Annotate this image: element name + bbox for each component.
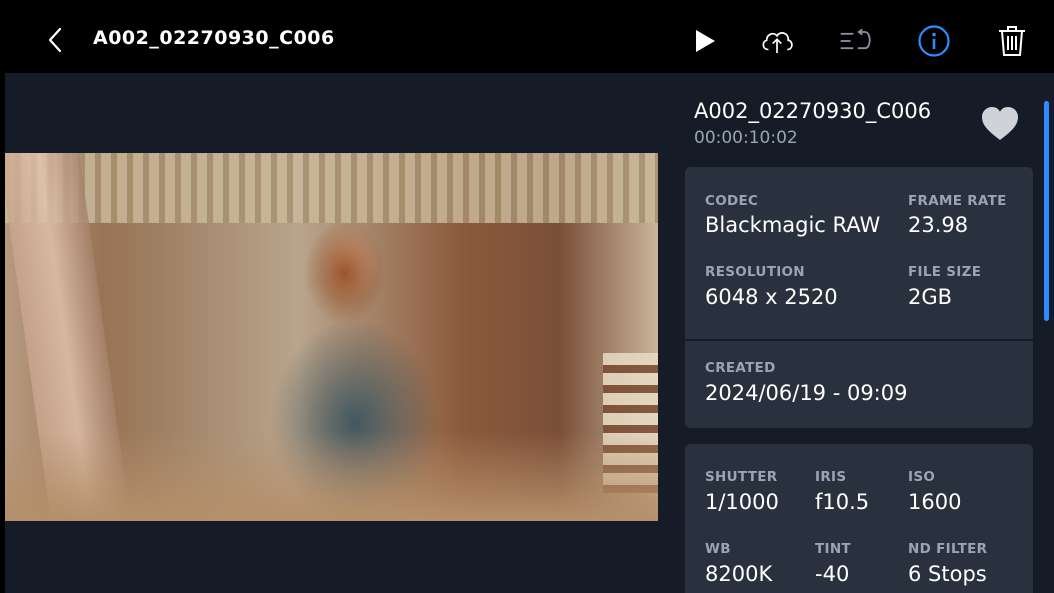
- back-chevron-icon[interactable]: [41, 26, 69, 54]
- iso-label: ISO: [908, 469, 936, 485]
- panel-scrollbar[interactable]: [1044, 101, 1049, 321]
- play-icon[interactable]: [687, 23, 723, 59]
- shutter-label: SHUTTER: [705, 469, 778, 485]
- iso-value: 1600: [908, 490, 962, 514]
- codec-label: CODEC: [705, 193, 759, 209]
- clip-viewer[interactable]: [5, 73, 658, 593]
- cloud-upload-icon[interactable]: [759, 23, 795, 59]
- file-size-label: FILE SIZE: [908, 264, 982, 280]
- sort-return-icon[interactable]: [838, 23, 874, 59]
- codec-value: Blackmagic RAW: [705, 213, 881, 237]
- shutter-value: 1/1000: [705, 490, 779, 514]
- video-frame: [5, 153, 658, 521]
- nd-filter-value: 6 Stops: [908, 562, 987, 586]
- created-label: CREATED: [705, 360, 776, 376]
- wb-value: 8200K: [705, 562, 773, 586]
- panel-duration: 00:00:10:02: [694, 128, 798, 148]
- clip-info-panel[interactable]: A002_02270930_C006 00:00:10:02 CODEC Bla…: [658, 73, 1054, 593]
- resolution-label: RESOLUTION: [705, 264, 805, 280]
- iris-label: IRIS: [815, 469, 847, 485]
- frame-rate-label: FRAME RATE: [908, 193, 1007, 209]
- tint-value: -40: [815, 562, 850, 586]
- media-info-card: CODEC Blackmagic RAW FRAME RATE 23.98 RE…: [685, 167, 1033, 339]
- heart-icon[interactable]: [980, 106, 1020, 142]
- file-size-value: 2GB: [908, 285, 953, 309]
- frame-rate-value: 23.98: [908, 213, 969, 237]
- clip-info-screen: A002_02270930_C006 A002_02270930_C006 00…: [5, 8, 1054, 593]
- resolution-value: 6048 x 2520: [705, 285, 838, 309]
- info-icon[interactable]: [916, 23, 952, 59]
- trash-icon[interactable]: [994, 23, 1030, 59]
- camera-settings-card: SHUTTER 1/1000 IRIS f10.5 ISO 1600 WB 82…: [685, 444, 1033, 593]
- frame-floor: [5, 431, 658, 521]
- created-value: 2024/06/19 - 09:09: [705, 381, 908, 405]
- wb-label: WB: [705, 541, 731, 557]
- frame-ceiling: [5, 153, 658, 223]
- created-info-card: CREATED 2024/06/19 - 09:09: [685, 341, 1033, 428]
- clip-title: A002_02270930_C006: [93, 27, 335, 49]
- tint-label: TINT: [815, 541, 851, 557]
- iris-value: f10.5: [815, 490, 870, 514]
- nd-filter-label: ND FILTER: [908, 541, 988, 557]
- top-bar: A002_02270930_C006: [5, 8, 1054, 73]
- panel-clip-name: A002_02270930_C006: [694, 99, 932, 123]
